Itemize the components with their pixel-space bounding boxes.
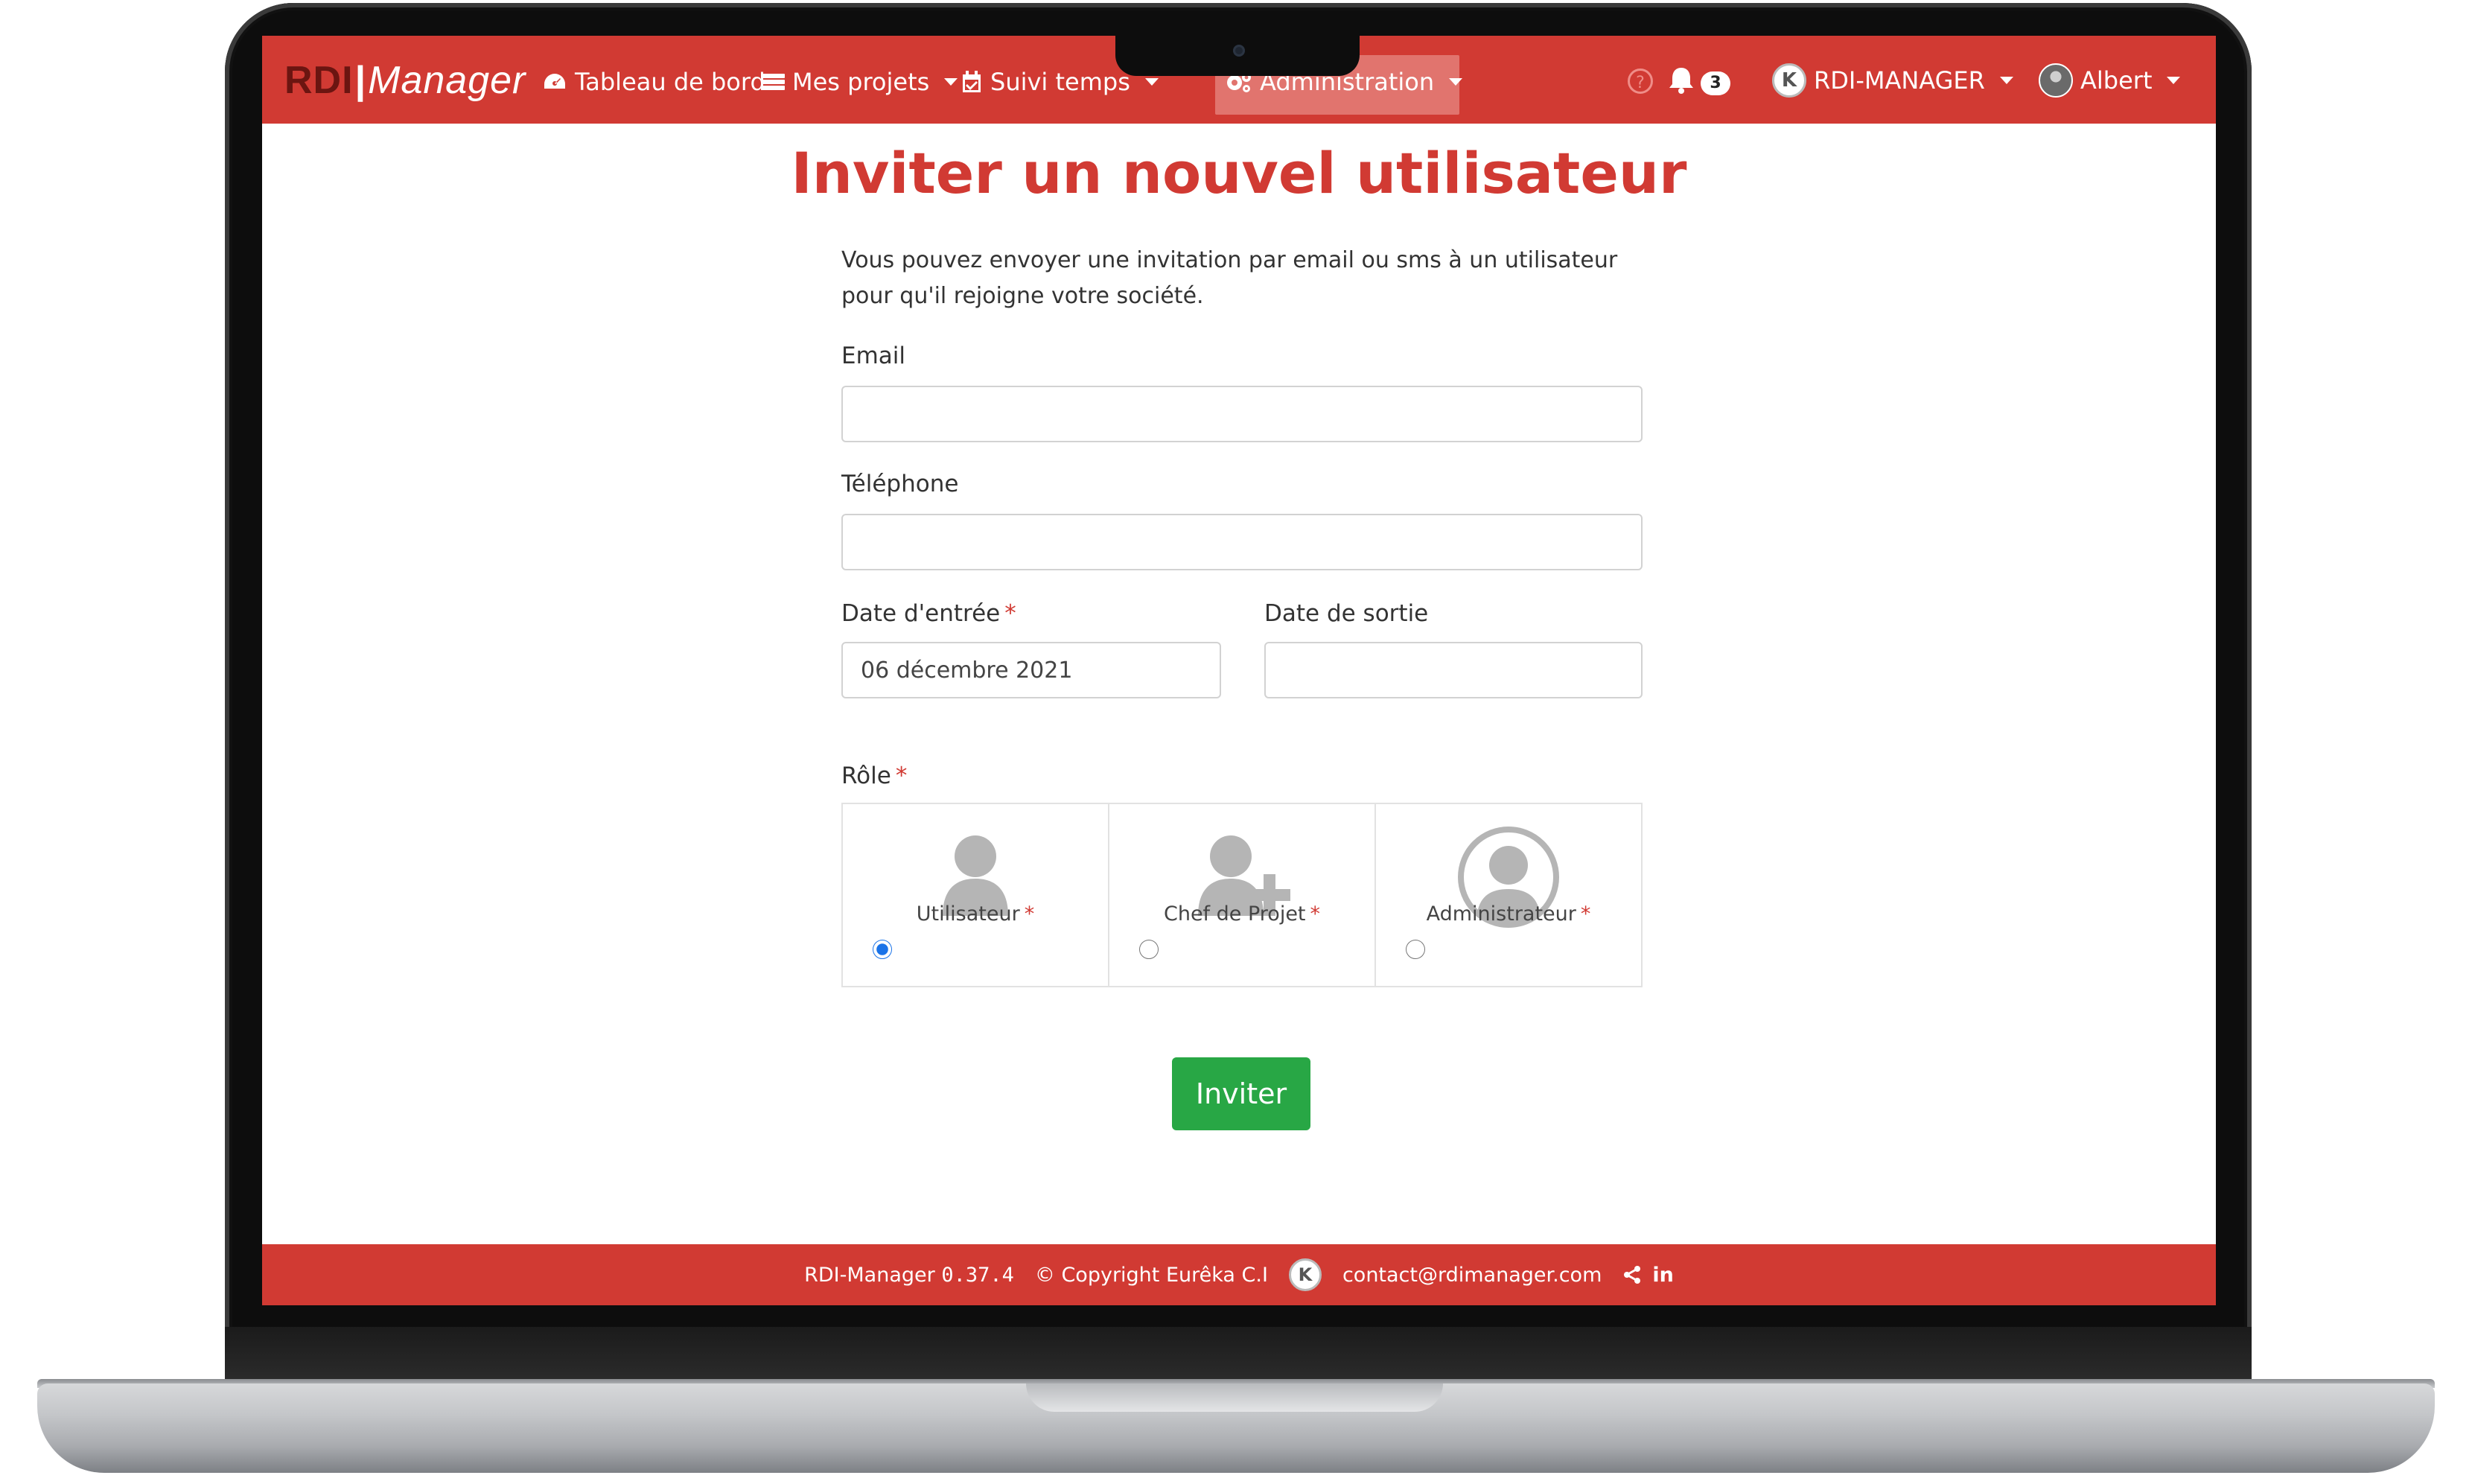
- role-label-user: Utilisateur *: [843, 902, 1108, 926]
- invite-button[interactable]: Inviter: [1172, 1057, 1310, 1130]
- role-label-project-manager: Chef de Projet *: [1109, 902, 1374, 926]
- role-card-project-manager[interactable]: Chef de Projet *: [1109, 804, 1376, 986]
- screen: RDI|Manager Tableau de bord Mes projets: [262, 36, 2216, 1305]
- bell-icon[interactable]: [1666, 66, 1696, 95]
- footer-app-name: RDI-Manager: [804, 1263, 935, 1287]
- footer-email-link[interactable]: contact@rdimanager.com: [1342, 1264, 1602, 1287]
- notification-badge: 3: [1701, 71, 1730, 95]
- user-name: Albert: [2080, 66, 2153, 95]
- avatar: [2039, 63, 2073, 98]
- chevron-down-icon: [1144, 78, 1159, 86]
- required-mark: *: [1004, 600, 1016, 627]
- help-icon[interactable]: ?: [1628, 69, 1653, 94]
- email-label: Email: [841, 343, 906, 369]
- company-name: RDI-MANAGER: [1814, 66, 1985, 95]
- role-radio-administrator[interactable]: [1406, 940, 1425, 959]
- role-card-user[interactable]: Utilisateur *: [843, 804, 1109, 986]
- email-field[interactable]: [841, 386, 1643, 442]
- nav-label-time-tracking: Suivi temps: [990, 68, 1130, 96]
- entry-date-label: Date d'entrée *: [841, 600, 1016, 627]
- role-name-project-manager: Chef de Projet: [1163, 902, 1306, 926]
- required-mark: *: [1024, 902, 1035, 926]
- footer-version-number: 0.37.4: [941, 1263, 1014, 1287]
- list-icon: [761, 74, 785, 90]
- chevron-down-icon: [1999, 77, 2013, 84]
- role-radio-project-manager[interactable]: [1139, 940, 1159, 959]
- laptop-bezel-bottom: [225, 1327, 2252, 1380]
- footer-copyright: © Copyright Eurêka C.I: [1034, 1263, 1268, 1287]
- dashboard-icon: [544, 74, 565, 89]
- chevron-down-icon: [1449, 78, 1463, 86]
- app-logo[interactable]: RDI|Manager: [284, 58, 526, 103]
- logo-rdi-text: RDI: [284, 59, 354, 102]
- role-card-administrator[interactable]: Administrateur *: [1376, 804, 1641, 986]
- phone-field[interactable]: [841, 514, 1643, 570]
- linkedin-icon[interactable]: in: [1652, 1264, 1673, 1287]
- footer: RDI-Manager 0.37.4 © Copyright Eurêka C.…: [262, 1244, 2216, 1305]
- role-selector: Utilisateur * Chef de Projet * Administr…: [841, 803, 1643, 987]
- share-icon[interactable]: [1622, 1265, 1642, 1284]
- footer-social: in: [1622, 1264, 1674, 1287]
- required-mark: *: [1310, 902, 1321, 926]
- role-label-text: Rôle: [841, 762, 891, 789]
- nav-item-projects[interactable]: Mes projets: [761, 66, 958, 98]
- camera-icon: [1233, 45, 1245, 57]
- role-name-administrator: Administrateur: [1426, 902, 1576, 926]
- phone-label: Téléphone: [841, 471, 959, 497]
- footer-version: RDI-Manager 0.37.4: [804, 1264, 1014, 1287]
- nav-label-dashboard: Tableau de bord: [575, 68, 765, 96]
- calendar-check-icon: [963, 71, 981, 92]
- chevron-down-icon: [944, 78, 958, 86]
- intro-text: Vous pouvez envoyer une invitation par e…: [841, 247, 1618, 309]
- role-label-administrator: Administrateur *: [1376, 902, 1641, 926]
- company-logo-icon: K: [1772, 63, 1806, 98]
- user-menu[interactable]: Albert: [2039, 63, 2181, 98]
- company-menu[interactable]: K RDI-MANAGER: [1772, 63, 2013, 98]
- required-mark: *: [895, 762, 908, 789]
- entry-date-label-text: Date d'entrée: [841, 600, 1001, 627]
- chevron-down-icon: [2167, 77, 2181, 84]
- laptop-hinge-notch: [1026, 1383, 1443, 1412]
- logo-separator: |: [354, 59, 367, 102]
- page-title: Inviter un nouvel utilisateur: [791, 140, 1687, 206]
- role-label: Rôle *: [841, 762, 907, 789]
- company-logo-icon: K: [1288, 1258, 1322, 1291]
- nav-item-dashboard[interactable]: Tableau de bord: [542, 66, 765, 98]
- role-name-user: Utilisateur: [916, 902, 1020, 926]
- role-radio-user[interactable]: [873, 940, 892, 959]
- exit-date-field[interactable]: [1264, 642, 1643, 698]
- exit-date-label: Date de sortie: [1264, 600, 1429, 627]
- required-mark: *: [1580, 902, 1591, 926]
- logo-manager-text: Manager: [368, 59, 526, 102]
- entry-date-field[interactable]: [841, 642, 1221, 698]
- nav-label-projects: Mes projets: [792, 68, 930, 96]
